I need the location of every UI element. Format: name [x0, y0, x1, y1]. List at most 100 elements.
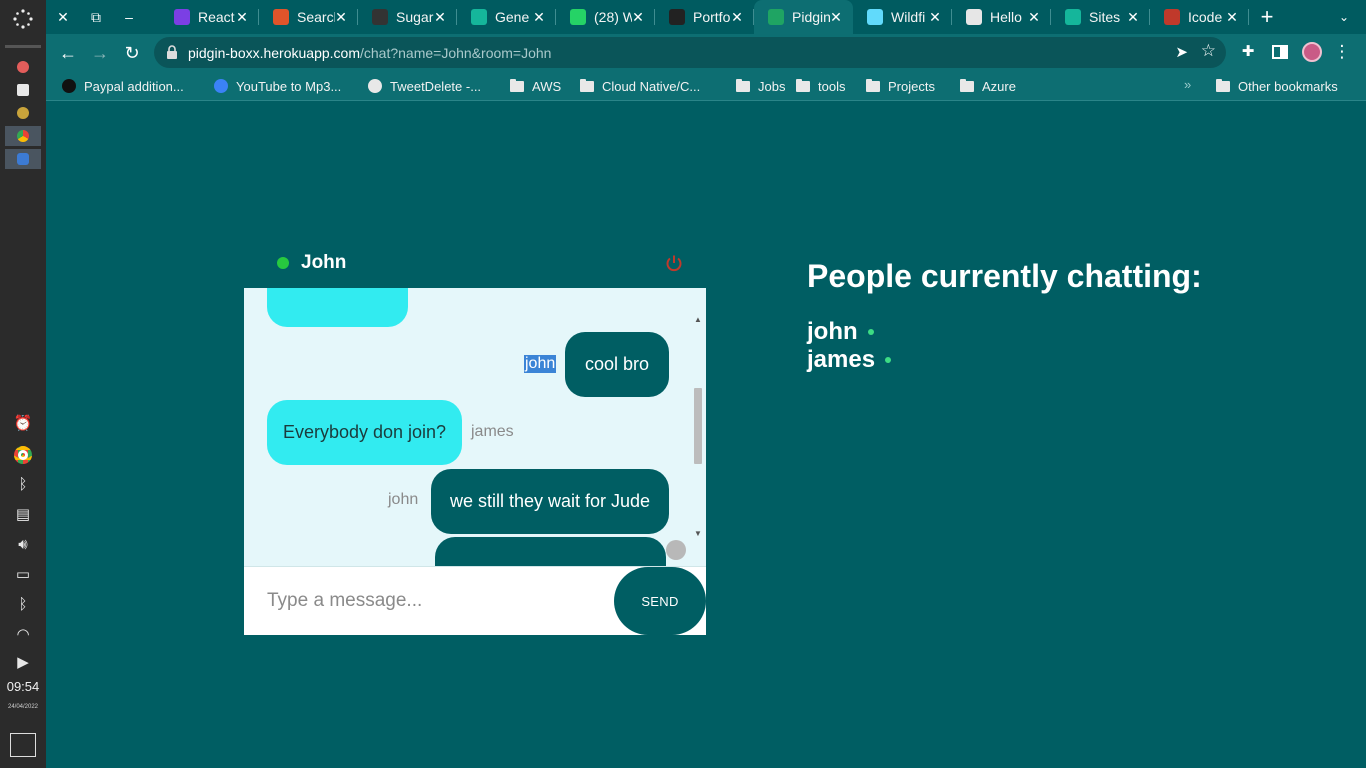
- taskbar-app-files[interactable]: [5, 80, 41, 100]
- browser-tab[interactable]: Search✕: [259, 0, 358, 34]
- window-close-icon[interactable]: ✕: [51, 5, 75, 29]
- window-restore-icon[interactable]: ⧉: [84, 5, 108, 29]
- bookmark-label: Paypal addition...: [84, 78, 184, 94]
- bookmark-item[interactable]: YouTube to Mp3...: [214, 77, 341, 95]
- url-text[interactable]: pidgin-boxx.herokuapp.com/chat?name=John…: [188, 45, 551, 61]
- bookmark-item[interactable]: AWS: [510, 77, 561, 95]
- clock[interactable]: 09:54: [0, 679, 46, 694]
- lock-icon[interactable]: [166, 45, 178, 59]
- battery-icon[interactable]: ▭: [13, 565, 33, 585]
- send-to-devices-icon[interactable]: ➤: [1175, 43, 1188, 61]
- tab-favicon-icon: [669, 9, 685, 25]
- bookmark-item[interactable]: Projects: [866, 77, 935, 95]
- profile-avatar[interactable]: [1302, 42, 1322, 62]
- tab-favicon-icon: [966, 9, 982, 25]
- extensions-icon[interactable]: ✚: [1236, 40, 1260, 64]
- people-title: People currently chatting:: [807, 258, 1202, 294]
- scroll-up-icon[interactable]: ▲: [692, 314, 704, 326]
- tab-close-icon[interactable]: ✕: [1025, 8, 1043, 26]
- tab-search-icon[interactable]: ⌄: [1332, 6, 1356, 28]
- browser-tab[interactable]: Hello ✕: [952, 0, 1051, 34]
- message-bubble: Everybody don join?: [267, 400, 462, 465]
- bookmark-item[interactable]: Paypal addition...: [62, 77, 184, 95]
- bookmark-label: AWS: [532, 78, 562, 94]
- alarm-icon[interactable]: ⏰: [13, 414, 33, 434]
- volume-icon[interactable]: 🔊︎: [13, 535, 33, 555]
- bookmarks-bar: Paypal addition... YouTube to Mp3... Tweet…: [46, 71, 1366, 101]
- browser-tab[interactable]: Icode ✕: [1150, 0, 1249, 34]
- taskbar-app-vscode[interactable]: [5, 149, 41, 169]
- tab-close-icon[interactable]: ✕: [728, 8, 746, 26]
- bookmark-item[interactable]: Azure: [960, 77, 1016, 95]
- forward-button[interactable]: →: [87, 40, 113, 66]
- bookmark-item[interactable]: Cloud Native/C...: [580, 77, 700, 95]
- reload-button[interactable]: ↻: [119, 40, 145, 66]
- bookmark-star-icon[interactable]: ☆: [1201, 41, 1216, 61]
- tab-close-icon[interactable]: ✕: [926, 8, 944, 26]
- taskbar-app-chrome[interactable]: [5, 126, 41, 146]
- new-tab-button[interactable]: +: [1254, 4, 1280, 30]
- message-scrollbar[interactable]: ▲ ▼: [692, 314, 704, 540]
- tab-favicon-icon: [273, 9, 289, 25]
- browser-tab[interactable]: Portfo ✕: [655, 0, 754, 34]
- side-panel-icon[interactable]: [1268, 40, 1292, 64]
- clipboard-icon[interactable]: ▤: [13, 505, 33, 525]
- browser-tab[interactable]: (28) W ✕: [556, 0, 655, 34]
- scroll-to-bottom-button[interactable]: [666, 540, 686, 560]
- bookmark-item[interactable]: tools: [796, 77, 845, 95]
- tab-favicon-icon: [372, 9, 388, 25]
- bookmark-label: YouTube to Mp3...: [236, 78, 342, 94]
- folder-icon: [866, 78, 880, 92]
- browser-tab[interactable]: Pidgin ✕: [754, 0, 853, 34]
- bookmark-item[interactable]: Jobs: [736, 77, 785, 95]
- tab-close-icon[interactable]: ✕: [1124, 8, 1142, 26]
- message-bubble: we still they wait for Jude: [431, 469, 669, 534]
- folder-icon: [580, 78, 594, 92]
- tab-close-icon[interactable]: ✕: [629, 8, 647, 26]
- address-bar[interactable]: pidgin-boxx.herokuapp.com/chat?name=John…: [154, 37, 1226, 68]
- site-favicon-icon: [214, 79, 228, 93]
- show-desktop-button[interactable]: [10, 733, 36, 757]
- power-icon[interactable]: [664, 253, 684, 273]
- app-launcher-icon[interactable]: [12, 8, 34, 30]
- back-button[interactable]: ←: [55, 40, 81, 66]
- tab-close-icon[interactable]: ✕: [332, 8, 350, 26]
- bluetooth-icon[interactable]: ᛒ: [13, 595, 33, 615]
- browser-tab[interactable]: Gene ✕: [457, 0, 556, 34]
- chrome-icon[interactable]: [13, 445, 33, 465]
- window-minimize-icon[interactable]: –: [117, 5, 141, 29]
- other-bookmarks[interactable]: Other bookmarks: [1216, 77, 1338, 95]
- browser-tab[interactable]: Sites ✕: [1051, 0, 1150, 34]
- more-bookmarks-icon[interactable]: »: [1184, 77, 1191, 92]
- bluetooth-tray-icon[interactable]: ᛒ: [13, 475, 33, 495]
- kebab-menu-icon[interactable]: ⋮: [1330, 40, 1354, 64]
- tab-title: Hello: [990, 9, 1022, 25]
- tab-close-icon[interactable]: ✕: [530, 8, 548, 26]
- browser-tab[interactable]: React ✕: [160, 0, 259, 34]
- bookmark-label: Azure: [982, 78, 1016, 94]
- tray-expand-icon[interactable]: ▶: [13, 653, 33, 673]
- tab-close-icon[interactable]: ✕: [233, 8, 251, 26]
- message-sender: james: [471, 423, 514, 440]
- browser-tab[interactable]: Wildfi ✕: [853, 0, 952, 34]
- send-button[interactable]: SEND: [614, 567, 706, 635]
- tab-close-icon[interactable]: ✕: [827, 8, 845, 26]
- tab-close-icon[interactable]: ✕: [1223, 8, 1241, 26]
- folder-icon: [1216, 78, 1230, 92]
- taskbar-app-1[interactable]: [5, 57, 41, 77]
- message-list[interactable]: john cool bro Everybody don join? james …: [244, 288, 706, 566]
- taskbar-app-3[interactable]: [5, 103, 41, 123]
- scrollbar-thumb[interactable]: [694, 388, 702, 464]
- message-composer: SEND: [244, 566, 706, 635]
- wifi-icon[interactable]: ◠: [13, 625, 33, 645]
- tab-title: React: [198, 9, 235, 25]
- tab-title: Sugar: [396, 9, 434, 25]
- browser-tab[interactable]: Sugar ✕: [358, 0, 457, 34]
- other-bookmarks-label: Other bookmarks: [1238, 78, 1338, 94]
- bookmark-item[interactable]: TweetDelete -...: [368, 77, 481, 95]
- site-favicon-icon: [368, 79, 382, 93]
- tab-title: Gene: [495, 9, 530, 25]
- message-input[interactable]: [244, 567, 614, 635]
- tab-close-icon[interactable]: ✕: [431, 8, 449, 26]
- scroll-down-icon[interactable]: ▼: [692, 528, 704, 540]
